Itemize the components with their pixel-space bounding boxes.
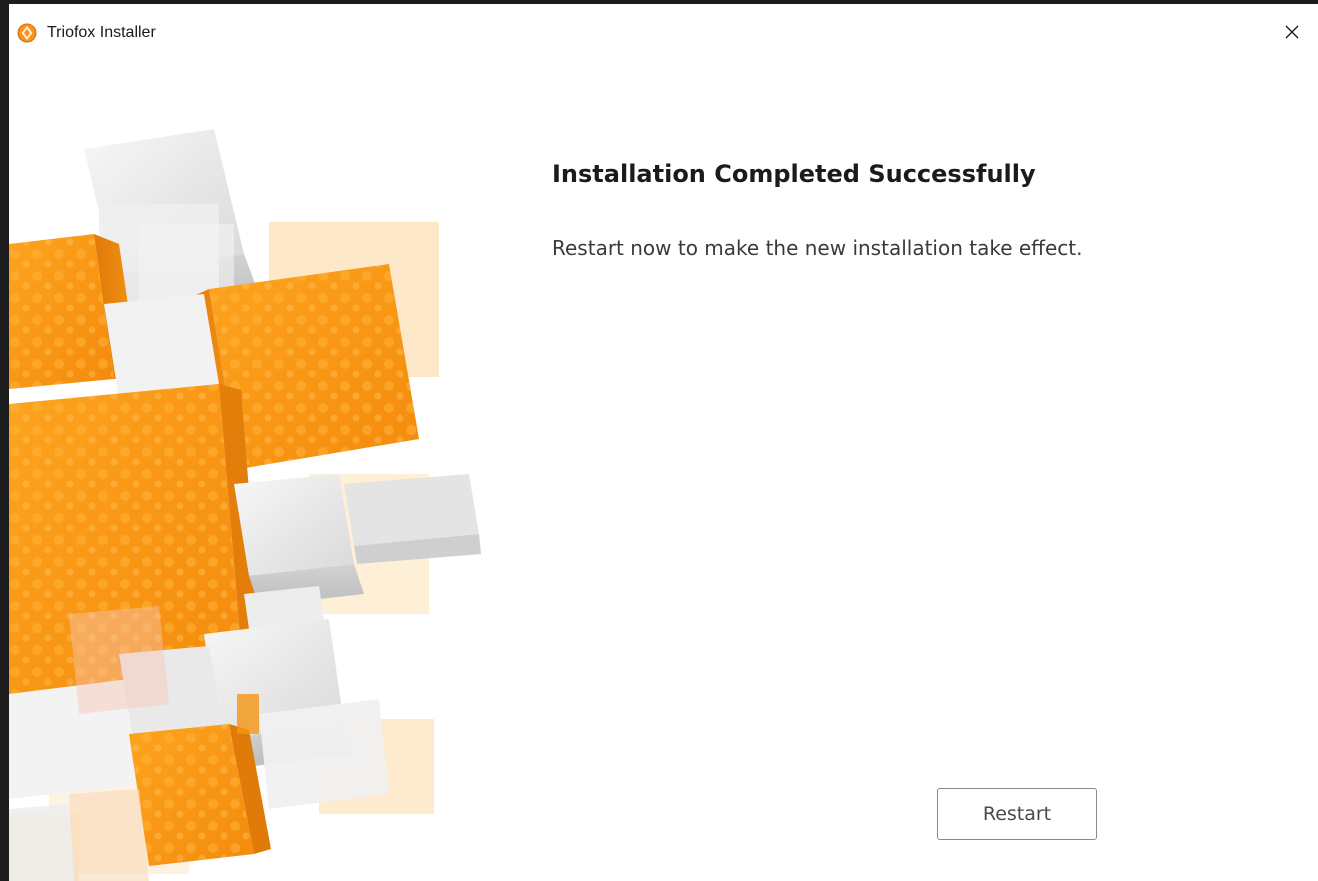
restart-message: Restart now to make the new installation… [552, 236, 1083, 260]
window-title: Triofox Installer [47, 24, 156, 41]
close-icon [1284, 24, 1300, 40]
triofox-logo-icon [17, 23, 37, 43]
close-button[interactable] [1266, 4, 1318, 60]
restart-button[interactable]: Restart [937, 788, 1097, 840]
hero-cubes-illustration [9, 94, 489, 881]
installer-window: Triofox Installer Installation Completed… [0, 0, 1318, 881]
completion-heading: Installation Completed Successfully [552, 160, 1036, 188]
title-bar[interactable]: Triofox Installer [9, 4, 1318, 62]
